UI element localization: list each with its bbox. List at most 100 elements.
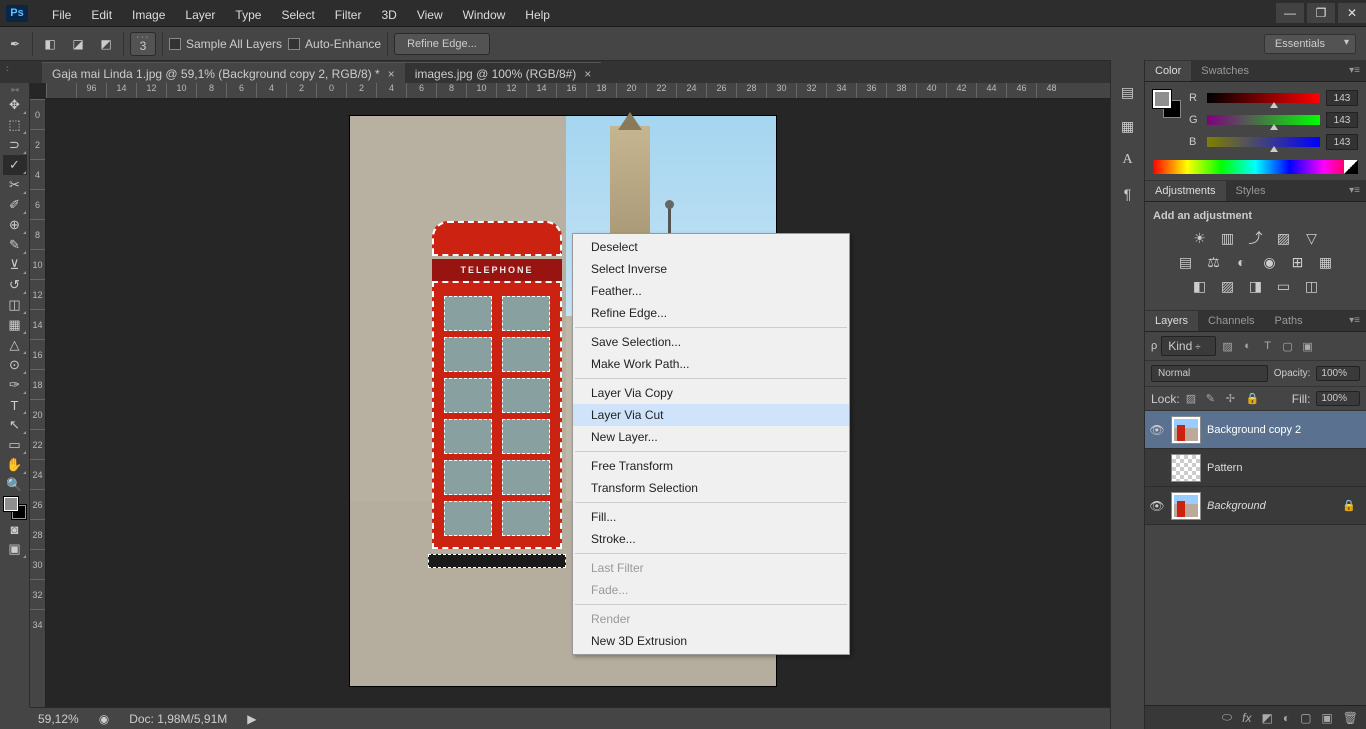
layer-fx-icon[interactable]: fx [1242, 711, 1251, 725]
selective-color-icon[interactable]: ◫ [1303, 278, 1321, 294]
color-balance-icon[interactable]: ⚖ [1205, 254, 1223, 270]
ctx-stroke-[interactable]: Stroke... [573, 528, 849, 550]
menu-layer[interactable]: Layer [175, 2, 225, 28]
panel-menu-icon[interactable]: ▾≡ [1343, 185, 1366, 196]
sample-all-layers-checkbox[interactable]: Sample All Layers [169, 37, 282, 51]
layer-row[interactable]: 👁Background🔒 [1145, 487, 1366, 525]
tab-swatches[interactable]: Swatches [1191, 61, 1259, 81]
close-button[interactable]: ✕ [1338, 3, 1366, 23]
ctx-select-inverse[interactable]: Select Inverse [573, 258, 849, 280]
layer-row[interactable]: 👁Background copy 2 [1145, 411, 1366, 449]
ctx-fill-[interactable]: Fill... [573, 506, 849, 528]
hue-strip[interactable] [1153, 160, 1358, 174]
lasso-tool[interactable]: ⊃ [3, 135, 27, 155]
panel-color-swatches[interactable] [1153, 90, 1181, 118]
ctx-new-d-extrusion[interactable]: New 3D Extrusion [573, 630, 849, 652]
fill-input[interactable]: 100% [1316, 391, 1360, 406]
panel-menu-icon[interactable]: ▾≡ [1343, 65, 1366, 76]
layer-thumbnail[interactable] [1171, 454, 1201, 482]
link-layers-icon[interactable]: ⬭ [1222, 710, 1232, 725]
visibility-toggle[interactable]: 👁 [1149, 499, 1165, 513]
invert-icon[interactable]: ◧ [1191, 278, 1209, 294]
document-tab[interactable]: Gaja mai Linda 1.jpg @ 59,1% (Background… [42, 62, 405, 85]
ctx-layer-via-cut[interactable]: Layer Via Cut [573, 404, 849, 426]
color-lookup-icon[interactable]: ▦ [1317, 254, 1335, 270]
menu-3d[interactable]: 3D [371, 2, 406, 28]
lock-transparency-icon[interactable]: ▨ [1186, 392, 1200, 406]
blur-tool[interactable]: △ [3, 335, 27, 355]
filter-smart-icon[interactable]: ▣ [1300, 338, 1316, 354]
hue-icon[interactable]: ▤ [1177, 254, 1195, 270]
new-adjustment-icon[interactable]: ◐ [1283, 711, 1290, 725]
close-tab-icon[interactable]: × [388, 67, 395, 81]
ctx-deselect[interactable]: Deselect [573, 236, 849, 258]
close-tab-icon[interactable]: × [584, 67, 591, 81]
r-value[interactable]: 143 [1326, 90, 1358, 106]
visibility-toggle[interactable]: 👁 [1149, 423, 1165, 437]
menu-filter[interactable]: Filter [325, 2, 372, 28]
move-tool[interactable]: ✥ [3, 95, 27, 115]
document-tab[interactable]: images.jpg @ 100% (RGB/8#)× [405, 62, 602, 85]
channel-mixer-icon[interactable]: ⊞ [1289, 254, 1307, 270]
doc-info-icon[interactable]: ◉ [99, 712, 109, 726]
zoom-tool[interactable]: 🔍 [3, 475, 27, 495]
menu-file[interactable]: File [42, 2, 81, 28]
tab-paths[interactable]: Paths [1265, 311, 1313, 331]
tab-color[interactable]: Color [1145, 61, 1191, 81]
layer-thumbnail[interactable] [1171, 492, 1201, 520]
filter-type-icon[interactable]: T [1260, 338, 1276, 354]
filter-adjust-icon[interactable]: ◐ [1240, 338, 1256, 354]
gradient-map-icon[interactable]: ▭ [1275, 278, 1293, 294]
restore-button[interactable]: ❐ [1307, 3, 1335, 23]
doc-info-arrow[interactable]: ▶ [247, 712, 256, 726]
menu-type[interactable]: Type [225, 2, 271, 28]
lock-all-icon[interactable]: 🔒 [1246, 392, 1260, 406]
tab-layers[interactable]: Layers [1145, 311, 1198, 331]
filter-pixel-icon[interactable]: ▨ [1220, 338, 1236, 354]
menu-view[interactable]: View [407, 2, 453, 28]
ctx-make-work-path-[interactable]: Make Work Path... [573, 353, 849, 375]
new-group-icon[interactable]: ▢ [1300, 711, 1311, 725]
menu-edit[interactable]: Edit [81, 2, 122, 28]
history-icon[interactable]: ▤ [1118, 84, 1138, 100]
ctx-layer-via-copy[interactable]: Layer Via Copy [573, 382, 849, 404]
menu-window[interactable]: Window [453, 2, 516, 28]
add-selection-icon[interactable]: ◪ [67, 33, 89, 55]
gradient-tool[interactable]: ▦ [3, 315, 27, 335]
b-slider[interactable] [1207, 137, 1320, 147]
color-swatches[interactable] [4, 497, 26, 519]
delete-layer-icon[interactable]: 🗑 [1343, 711, 1358, 725]
exposure-icon[interactable]: ▨ [1275, 230, 1293, 246]
posterize-icon[interactable]: ▨ [1219, 278, 1237, 294]
layer-row[interactable]: Pattern [1145, 449, 1366, 487]
threshold-icon[interactable]: ◨ [1247, 278, 1265, 294]
curves-icon[interactable]: ⤴ [1247, 230, 1265, 246]
quick-mask-toggle[interactable]: ◙ [3, 519, 27, 539]
dodge-tool[interactable]: ⊙ [3, 355, 27, 375]
path-selection-tool[interactable]: ↖ [3, 415, 27, 435]
screen-mode-toggle[interactable]: ▣ [3, 539, 27, 559]
crop-tool[interactable]: ✂ [3, 175, 27, 195]
character-icon[interactable]: A [1118, 152, 1138, 168]
properties-icon[interactable]: ▦ [1118, 118, 1138, 134]
brightness-icon[interactable]: ☀ [1191, 230, 1209, 246]
photo-filter-icon[interactable]: ◉ [1261, 254, 1279, 270]
r-slider[interactable] [1207, 93, 1320, 103]
menu-select[interactable]: Select [271, 2, 324, 28]
pen-tool[interactable]: ✑ [3, 375, 27, 395]
lock-position-icon[interactable]: ✢ [1226, 392, 1240, 406]
layer-thumbnail[interactable] [1171, 416, 1201, 444]
filter-kind-select[interactable]: Kind ÷ [1161, 336, 1215, 356]
workspace-switcher[interactable]: Essentials [1264, 34, 1356, 54]
subtract-selection-icon[interactable]: ◩ [95, 33, 117, 55]
minimize-button[interactable]: — [1276, 3, 1304, 23]
new-layer-icon[interactable]: ▣ [1321, 711, 1332, 725]
bw-icon[interactable]: ◐ [1233, 254, 1251, 270]
b-value[interactable]: 143 [1326, 134, 1358, 150]
menu-image[interactable]: Image [122, 2, 175, 28]
rectangle-tool[interactable]: ▭ [3, 435, 27, 455]
eraser-tool[interactable]: ◫ [3, 295, 27, 315]
refine-edge-button[interactable]: Refine Edge... [394, 33, 490, 55]
layer-mask-icon[interactable]: ◩ [1261, 711, 1272, 725]
ctx-free-transform[interactable]: Free Transform [573, 455, 849, 477]
